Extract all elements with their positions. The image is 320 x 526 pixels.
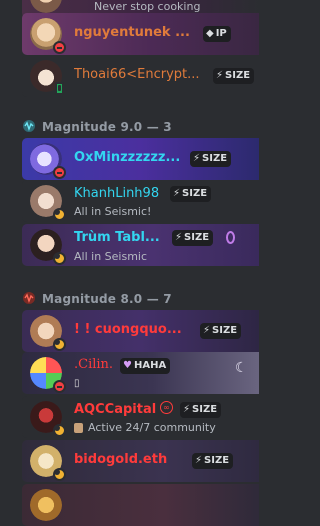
guild-tag[interactable]: ⚡ SIZE: [213, 68, 255, 84]
member-name: Thoai66<Encrypt...: [74, 67, 200, 82]
guild-tag-label: SIZE: [204, 455, 230, 466]
avatar: [30, 489, 62, 521]
member-item[interactable]: KhanhLinh98 ⚡ SIZE All in Seismic!: [22, 180, 259, 222]
guild-tag-label: IP: [215, 28, 227, 39]
member-item[interactable]: Thoai66<Encrypt... ⚡ SIZE: [22, 55, 259, 97]
guild-tag[interactable]: ⚡ SIZE: [170, 186, 212, 202]
lightning-icon: ⚡: [175, 232, 183, 243]
guild-tag[interactable]: ⚡ SIZE: [200, 323, 242, 339]
heart-icon: ♥: [123, 360, 132, 371]
guild-tag-label: SIZE: [192, 404, 218, 415]
section-title: Magnitude 8.0 — 7: [42, 292, 172, 306]
status-idle-icon: [53, 424, 66, 437]
earthquake-role-icon: [23, 120, 35, 132]
activity-emoji-icon: [74, 423, 83, 433]
moon-decoration-icon: ☾: [235, 360, 248, 376]
lightning-icon: ⚡: [173, 188, 181, 199]
status-idle-icon: [53, 338, 66, 351]
role-section-header: Magnitude 9.0 — 3: [22, 119, 172, 134]
guild-tag-label: HAHA: [133, 360, 167, 371]
member-activity: All in Seismic: [74, 250, 148, 263]
lightning-icon: ⚡: [195, 455, 203, 466]
diamond-icon: ◆: [206, 28, 214, 39]
status-idle-icon: [53, 468, 66, 481]
infinity-icon: ∞: [160, 401, 173, 414]
member-item[interactable]: nguyentunek ... ◆ IP: [22, 13, 259, 55]
member-name: KhanhLinh98: [74, 186, 160, 201]
guild-tag-label: SIZE: [182, 188, 208, 199]
nitro-badge-icon: [226, 231, 235, 244]
member-name: OxMinzzzzzz...: [74, 150, 181, 165]
member-name: nguyentunek ...: [74, 25, 190, 40]
member-name: .Cilin.: [74, 357, 114, 372]
member-item[interactable]: Trùm Tabl... ⚡ SIZE All in Seismic: [22, 224, 259, 266]
status-dnd-icon: [53, 380, 66, 393]
section-title: Magnitude 9.0 — 3: [42, 120, 172, 134]
guild-tag-label: SIZE: [212, 325, 238, 336]
member-item[interactable]: OxMinzzzzzz... ⚡ SIZE: [22, 138, 259, 180]
member-name: ! ! cuongquo...: [74, 322, 182, 337]
guild-tag[interactable]: ⚡ SIZE: [172, 230, 214, 246]
guild-tag-label: SIZE: [184, 232, 210, 243]
guild-tag-label: SIZE: [202, 153, 228, 164]
lightning-icon: ⚡: [216, 70, 224, 81]
status-dnd-icon: [53, 166, 66, 179]
activity-emoji-icon: ▯: [74, 378, 80, 389]
member-partial[interactable]: [22, 484, 259, 526]
member-item[interactable]: ! ! cuongquo... ⚡ SIZE: [22, 310, 259, 352]
guild-tag[interactable]: ♥ HAHA: [120, 358, 171, 374]
guild-tag-label: SIZE: [225, 70, 251, 81]
member-activity: Never stop cooking: [94, 0, 201, 13]
member-item[interactable]: bidogold.eth ⚡ SIZE: [22, 440, 259, 482]
role-section-header: Magnitude 8.0 — 7: [22, 291, 172, 306]
status-dnd-icon: [53, 41, 66, 54]
guild-tag[interactable]: ⚡ SIZE: [180, 402, 222, 418]
member-name: AQCCapital: [74, 402, 157, 417]
guild-tag[interactable]: ⚡ SIZE: [190, 151, 232, 167]
member-name: bidogold.eth: [74, 452, 168, 467]
lightning-icon: ⚡: [183, 404, 191, 415]
earthquake-role-icon: [23, 292, 35, 304]
guild-tag[interactable]: ⚡ SIZE: [192, 453, 234, 469]
status-idle-icon: [53, 208, 66, 221]
member-item[interactable]: .Cilin. ♥ HAHA ▯ ☾: [22, 352, 259, 394]
guild-tag[interactable]: ◆ IP: [203, 26, 231, 42]
member-item[interactable]: AQCCapital ∞ ⚡ SIZE Active 24/7 community: [22, 396, 259, 438]
lightning-icon: ⚡: [203, 325, 211, 336]
member-name: Trùm Tabl...: [74, 230, 160, 245]
status-mobile-icon: [55, 82, 64, 95]
member-activity: Active 24/7 community: [88, 421, 216, 434]
lightning-icon: ⚡: [193, 153, 201, 164]
member-activity: All in Seismic!: [74, 205, 152, 218]
status-idle-icon: [53, 252, 66, 265]
